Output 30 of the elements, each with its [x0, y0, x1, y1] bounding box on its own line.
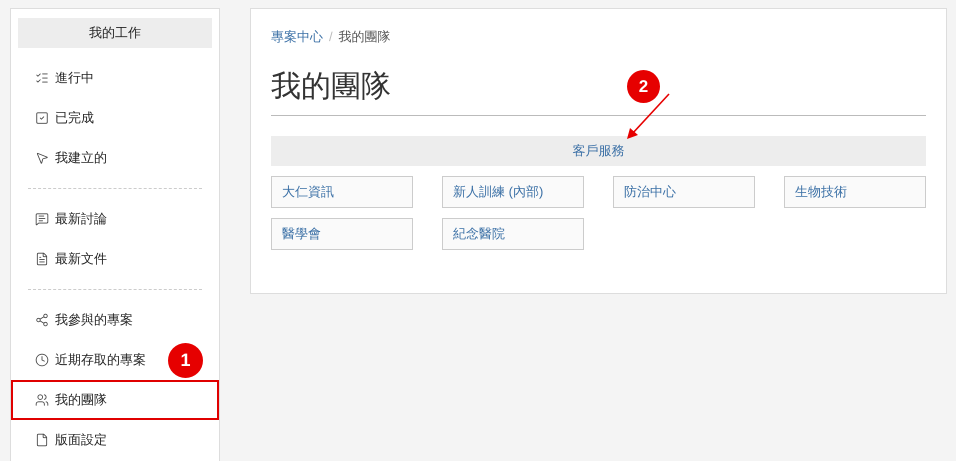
clock-icon — [35, 353, 49, 367]
sidebar-item[interactable]: 版面設定 — [35, 430, 107, 450]
sidebar-item[interactable]: 我建立的 — [35, 148, 107, 168]
pointer-icon — [35, 151, 49, 165]
sidebar-item[interactable]: 已完成 — [35, 108, 94, 128]
checkbox-icon — [35, 111, 49, 125]
sidebar-item[interactable]: 近期存取的專案 — [35, 350, 146, 370]
category-header: 客戶服務 — [271, 136, 926, 166]
sidebar-item[interactable]: 進行中 — [35, 68, 94, 88]
network-icon — [35, 313, 49, 327]
sidebar-item[interactable]: 最新文件 — [35, 249, 107, 269]
document-icon — [35, 433, 49, 447]
sidebar-item[interactable]: 我參與的專案 — [35, 310, 133, 330]
sidebar-title: 我的工作 — [18, 18, 212, 48]
document-icon — [35, 252, 49, 266]
breadcrumb-separator: / — [329, 28, 333, 46]
users-icon — [35, 393, 49, 407]
sidebar-item[interactable]: 最新討論 — [35, 209, 107, 229]
breadcrumb-link[interactable]: 專案中心 — [271, 27, 323, 47]
team-button[interactable]: 醫學會 — [271, 218, 413, 250]
arrow — [627, 93, 670, 139]
team-button[interactable]: 大仁資訊 — [271, 176, 413, 208]
chat-icon — [35, 212, 49, 226]
team-button[interactable]: 紀念醫院 — [442, 218, 584, 250]
sidebar-item[interactable]: 我的團隊 — [35, 390, 107, 410]
checklist-icon — [35, 71, 49, 85]
team-button[interactable]: 防治中心 — [613, 176, 755, 208]
breadcrumb-current: 我的團隊 — [338, 28, 391, 46]
team-button[interactable]: 新人訓練 (內部) — [442, 176, 584, 208]
team-button[interactable]: 生物技術 — [784, 176, 926, 208]
